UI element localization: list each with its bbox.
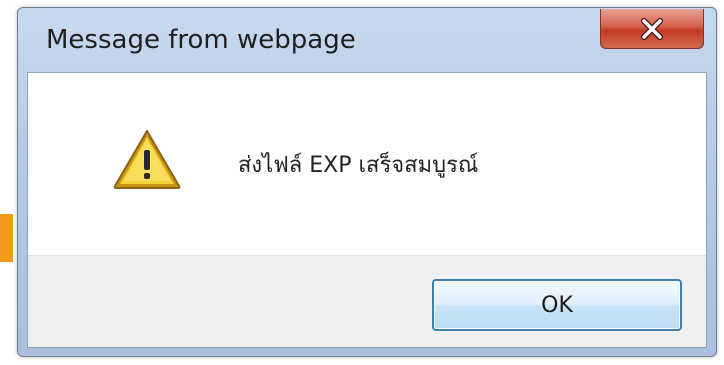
- ok-button[interactable]: OK: [432, 279, 682, 331]
- close-button[interactable]: [600, 9, 704, 49]
- dialog-title-bar[interactable]: Message from webpage: [18, 8, 716, 72]
- message-text: ส่งไฟล์ EXP เสร็จสมบูรณ์: [238, 153, 479, 178]
- message-dialog: Message from webpage ส่งไฟล์ EXP เสร็จสม…: [17, 7, 717, 357]
- message-area: ส่งไฟล์ EXP เสร็จสมบูรณ์: [28, 73, 706, 255]
- close-icon: [641, 17, 663, 40]
- button-area: OK: [28, 255, 706, 347]
- warning-icon: [113, 130, 181, 189]
- orange-accent-bar: [0, 214, 13, 262]
- dialog-title: Message from webpage: [46, 25, 356, 55]
- dialog-content: ส่งไฟล์ EXP เสร็จสมบูรณ์ OK: [27, 72, 707, 348]
